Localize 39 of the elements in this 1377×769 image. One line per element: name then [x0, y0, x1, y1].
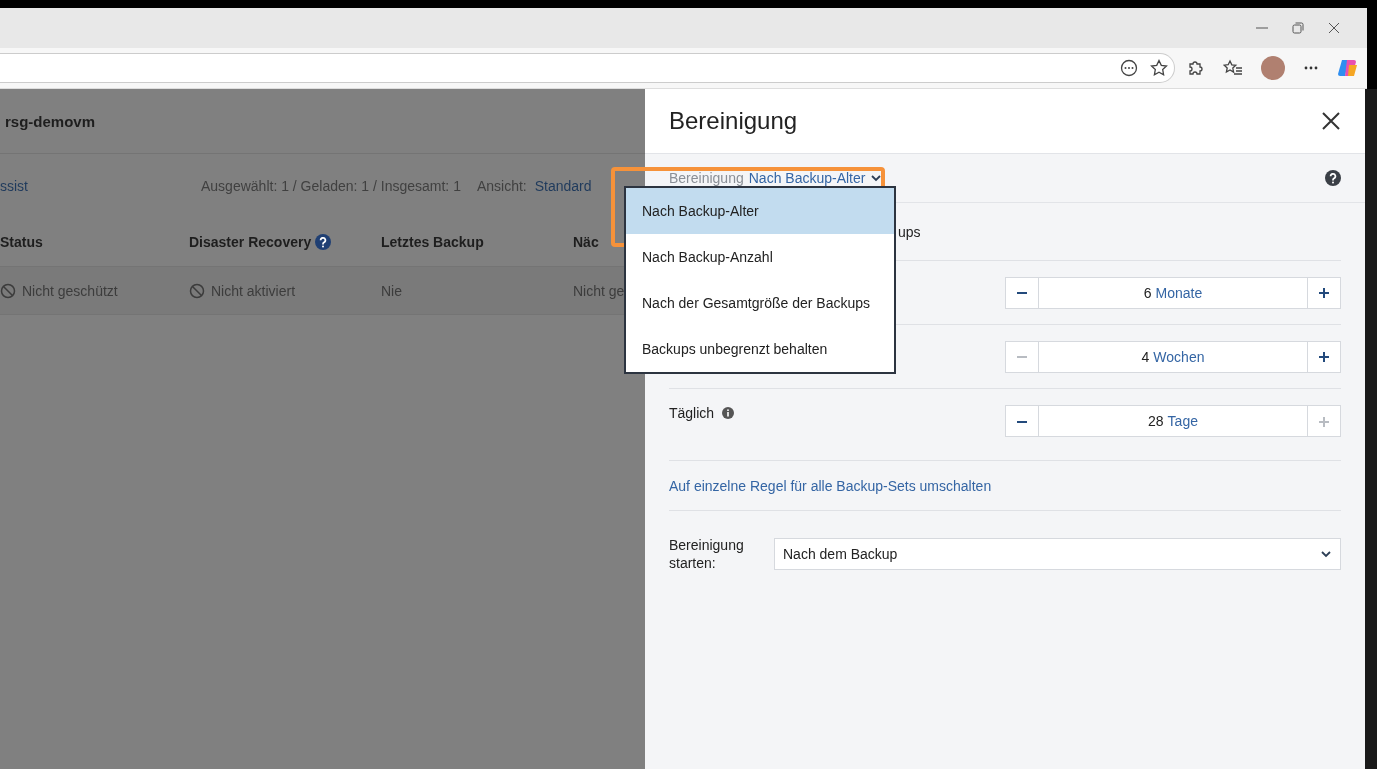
view-label: Ansicht:	[476, 178, 527, 194]
address-bar[interactable]	[0, 53, 1175, 83]
panel-title: Bereinigung	[669, 107, 798, 135]
copilot-logo-icon	[1337, 57, 1359, 79]
close-icon	[1327, 21, 1341, 35]
more-circle-icon	[1120, 59, 1138, 77]
column-header[interactable]: Letztes Backup	[381, 234, 484, 250]
star-icon	[1150, 59, 1168, 77]
column-header[interactable]: Status	[0, 234, 43, 250]
start-label: Bereinigung starten:	[669, 536, 745, 572]
resource-title: rsg-demovm	[5, 112, 96, 130]
section-text: ups	[898, 223, 921, 240]
switch-rule-link[interactable]: Auf einzelne Regel für alle Backup-Sets umschalten	[669, 477, 992, 494]
column-header[interactable]: Näc	[573, 234, 599, 250]
table-cell: Nicht aktiviert	[189, 282, 296, 299]
plus-icon	[1319, 416, 1329, 427]
ban-icon	[0, 282, 16, 299]
table-cell: Nicht ge	[573, 282, 625, 299]
selection-counts: Ausgewählt: 1 / Geladen: 1 / Insgesamt: 1	[201, 178, 461, 194]
column-header[interactable]: Disaster Recovery	[189, 234, 312, 250]
avatar-icon	[1261, 56, 1285, 80]
favorites-icon	[1223, 59, 1243, 77]
help-icon	[1325, 170, 1341, 186]
info-icon	[722, 407, 735, 419]
menu-item[interactable]: Nach Backup-Alter	[626, 188, 894, 234]
chevron-down-icon	[1320, 548, 1332, 560]
start-select[interactable]: Nach dem Backup	[774, 538, 1341, 570]
plus-icon	[1319, 288, 1329, 298]
restore-icon	[1291, 21, 1305, 35]
help-icon	[315, 234, 332, 250]
ban-icon	[189, 282, 205, 299]
table-cell: Nicht geschützt	[0, 282, 118, 299]
plus-icon	[1319, 352, 1329, 362]
rule-label: Täglich	[669, 405, 715, 421]
method-dropdown[interactable]: Bereinigung Nach Backup-Alter	[669, 170, 883, 186]
chevron-down-icon	[870, 172, 883, 184]
puzzle-icon	[1187, 59, 1205, 77]
close-icon	[1321, 111, 1341, 131]
table-cell: Nie	[381, 282, 402, 299]
